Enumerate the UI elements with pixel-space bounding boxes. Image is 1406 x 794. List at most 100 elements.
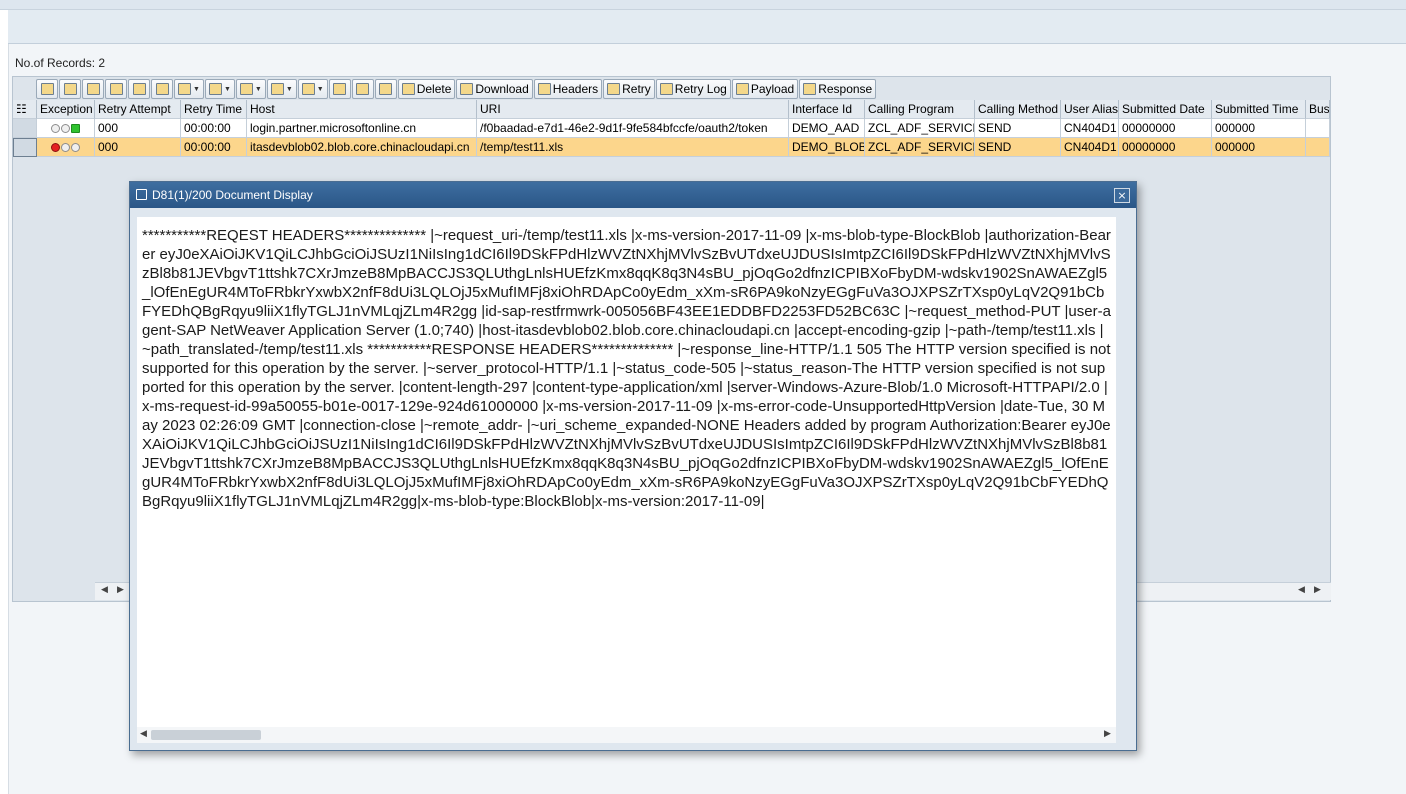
table-row[interactable]: 000 00:00:00 itasdevblob02.blob.core.chi… (13, 138, 1330, 157)
close-button[interactable]: × (1114, 188, 1130, 203)
find-next-button[interactable] (105, 79, 127, 99)
clear-filter-button[interactable]: ▼ (235, 79, 266, 99)
grid-header-row: ☷ Exception Retry Attempt Retry Time Hos… (13, 100, 1330, 119)
document-icon (136, 189, 147, 200)
retry-log-icon (659, 83, 673, 95)
response-icon (803, 83, 817, 95)
table-cell: 000 (95, 119, 181, 138)
table-cell: /f0baadad-e7d1-46e2-9d1f-9fe584bfccfe/oa… (477, 119, 789, 138)
exception-cell (37, 119, 95, 138)
column-header[interactable]: Retry Time (181, 100, 247, 119)
headers-icon (537, 83, 551, 95)
chevron-down-icon: ▼ (223, 85, 231, 93)
chevron-down-icon: ▼ (193, 85, 200, 93)
title-strip (8, 10, 1406, 44)
details-button[interactable] (59, 79, 81, 99)
find-button[interactable] (82, 79, 104, 99)
column-header[interactable]: Calling Program (865, 100, 975, 119)
traffic-light-red-icon (37, 138, 94, 156)
retry-button[interactable]: Retry (603, 79, 655, 99)
column-header[interactable]: Calling Method (975, 100, 1061, 119)
table-cell: login.partner.microsoftonline.cn (247, 119, 477, 138)
print-button[interactable] (328, 79, 351, 99)
table-cell: 00:00:00 (181, 138, 247, 157)
retry-label: Retry (622, 82, 651, 96)
row-selector[interactable] (13, 138, 37, 157)
scroll-right-icon[interactable]: ▶ (1104, 729, 1111, 739)
table-row[interactable]: 000 00:00:00 login.partner.microsoftonli… (13, 119, 1330, 138)
details-icon (63, 83, 77, 95)
layout-button[interactable] (36, 79, 58, 99)
select-all-cell[interactable]: ☷ (13, 100, 37, 119)
scrollbar-thumb[interactable] (151, 730, 261, 740)
headers-button[interactable]: Headers (533, 79, 603, 99)
download-label: Download (475, 82, 529, 96)
top-bar (0, 0, 1406, 10)
alv-toolbar: ▼ ▼ ▼ ▼ ▼ Delete Download Headers Retry … (36, 78, 1331, 100)
column-header[interactable]: Retry Attempt (95, 100, 181, 119)
column-header[interactable]: Submitted Date (1119, 100, 1212, 119)
close-icon: × (1117, 189, 1127, 202)
table-cell: /temp/test11.xls (477, 138, 789, 157)
info-button[interactable] (151, 79, 173, 99)
table-cell: 000000 (1212, 119, 1306, 138)
table-cell: CN404D1 (1061, 119, 1119, 138)
payload-label: Payload (750, 82, 795, 96)
scroll-right-icon[interactable]: ▶ (1314, 585, 1321, 595)
document-text-area[interactable]: ***********REQEST HEADERS************** … (137, 217, 1116, 727)
delete-icon (401, 83, 415, 95)
headers-label: Headers (552, 82, 599, 96)
clear-filter-icon (239, 83, 253, 95)
dialog-title-bar[interactable]: D81(1)/200 Document Display (130, 182, 1136, 208)
scroll-left-icon[interactable]: ◀ (1298, 585, 1305, 595)
sort-desc-button[interactable] (374, 79, 397, 99)
subtotal-button[interactable]: ▼ (297, 79, 328, 99)
scroll-left-icon[interactable]: ◀ (101, 585, 108, 595)
column-header[interactable]: Exception (37, 100, 95, 119)
table-cell: SEND (975, 138, 1061, 157)
retry-log-button[interactable]: Retry Log (655, 79, 731, 99)
sort-desc-icon (379, 83, 393, 95)
document-content: ***********REQEST HEADERS************** … (142, 227, 1111, 510)
delete-label: Delete (416, 82, 452, 96)
find-next-icon (109, 83, 123, 95)
table-cell: SEND (975, 119, 1061, 138)
subtotal-icon (301, 83, 315, 95)
table-cell (1306, 138, 1330, 157)
column-header[interactable]: Submitted Time (1212, 100, 1306, 119)
chevron-down-icon: ▼ (285, 85, 293, 93)
table-cell: 00:00:00 (181, 119, 247, 138)
filter-button[interactable]: ▼ (204, 79, 235, 99)
column-header[interactable]: Interface Id (789, 100, 865, 119)
sum-button[interactable]: ▼ (266, 79, 297, 99)
delete-button[interactable]: Delete (397, 79, 456, 99)
sort-asc-button[interactable] (351, 79, 374, 99)
select-all-icon: ☷ (16, 102, 27, 116)
print-icon (333, 83, 347, 95)
retry-log-label: Retry Log (674, 82, 727, 96)
column-header[interactable]: Busi (1306, 100, 1330, 119)
alv-grid: ☷ Exception Retry Attempt Retry Time Hos… (13, 100, 1330, 158)
find-icon (86, 83, 100, 95)
column-header[interactable]: URI (477, 100, 789, 119)
response-label: Response (818, 82, 873, 96)
scroll-right-icon[interactable]: ▶ (117, 585, 124, 595)
payload-button[interactable]: Payload (731, 79, 799, 99)
document-horizontal-scrollbar[interactable]: ◀ ▶ (137, 727, 1116, 743)
row-selector[interactable] (13, 119, 37, 138)
column-header[interactable]: Host (247, 100, 477, 119)
table-cell: DEMO_BLOB (789, 138, 865, 157)
table-cell (1306, 119, 1330, 138)
response-button[interactable]: Response (799, 79, 877, 99)
table-cell: 000 (95, 138, 181, 157)
chevron-down-icon: ▼ (254, 85, 262, 93)
download-button[interactable]: Download (456, 79, 533, 99)
sum-icon (270, 83, 284, 95)
table-cell: CN404D1 (1061, 138, 1119, 157)
table-cell: 000000 (1212, 138, 1306, 157)
filter-icon (208, 83, 222, 95)
scroll-left-icon[interactable]: ◀ (140, 729, 147, 739)
export-button[interactable]: ▼ (174, 79, 204, 99)
chart-button[interactable] (128, 79, 150, 99)
column-header[interactable]: User Alias (1061, 100, 1119, 119)
